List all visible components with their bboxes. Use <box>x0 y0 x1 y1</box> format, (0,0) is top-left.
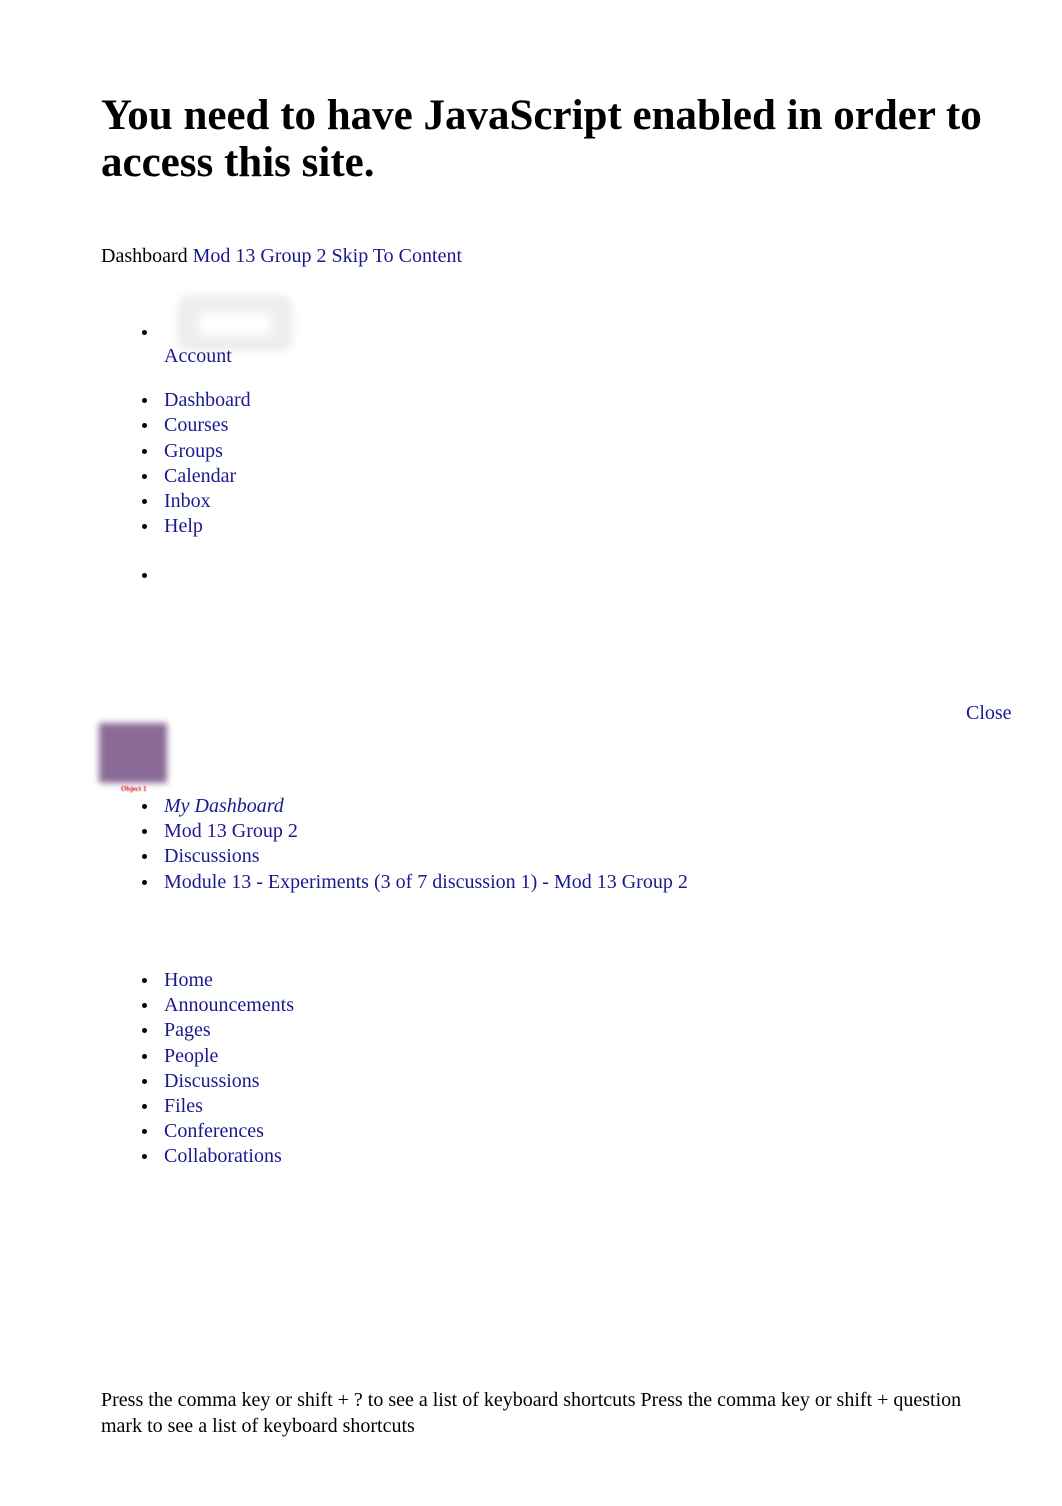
course-nav-item-pages[interactable]: Pages <box>164 1019 211 1041</box>
sidebar-item-groups[interactable]: Groups <box>164 440 223 462</box>
breadcrumb-list: My Dashboard Mod 13 Group 2 Discussions … <box>142 794 688 895</box>
list-item[interactable]: People <box>142 1044 294 1069</box>
broken-image-placeholder-icon <box>178 296 292 350</box>
bullet-icon <box>142 854 147 860</box>
bullet-icon <box>142 423 147 429</box>
course-nav-item-announcements[interactable]: Announcements <box>164 994 294 1016</box>
list-item[interactable]: Discussions <box>142 844 688 869</box>
bullet-icon <box>142 1129 147 1135</box>
sidebar-item-courses[interactable]: Courses <box>164 414 228 436</box>
sidebar-item-inbox[interactable]: Inbox <box>164 490 211 512</box>
breadcrumb: Dashboard Mod 13 Group 2 Skip To Content <box>101 243 462 269</box>
course-image <box>99 723 167 783</box>
object-image-container: Object 1 <box>99 723 169 795</box>
sidebar-item-help[interactable]: Help <box>164 515 203 537</box>
breadcrumb-item-discussions[interactable]: Discussions <box>164 845 260 867</box>
course-nav-item-people[interactable]: People <box>164 1045 218 1067</box>
list-item[interactable]: Home <box>142 968 294 993</box>
course-nav-item-files[interactable]: Files <box>164 1095 203 1117</box>
list-item[interactable]: Mod 13 Group 2 <box>142 819 688 844</box>
bullet-icon <box>142 1053 147 1059</box>
list-item[interactable]: My Dashboard <box>142 794 688 819</box>
list-item-groups[interactable]: Groups <box>142 439 251 464</box>
sidebar-item-account[interactable]: Account <box>164 344 232 369</box>
list-item-account[interactable]: Account <box>142 296 292 367</box>
list-item[interactable]: Pages <box>142 1018 294 1043</box>
list-item-help[interactable]: Help <box>142 514 251 539</box>
bullet-icon <box>142 1078 147 1084</box>
global-nav-list: Account Dashboard Courses Groups Calenda… <box>142 296 292 589</box>
list-item-courses[interactable]: Courses <box>142 413 251 438</box>
sidebar-item-dashboard[interactable]: Dashboard <box>164 389 251 411</box>
noscript-page: You need to have JavaScript enabled in o… <box>0 0 1062 1506</box>
bullet-icon <box>142 1003 147 1009</box>
dashboard-label: Dashboard <box>101 245 188 267</box>
bullet-icon <box>142 879 147 885</box>
list-item-calendar[interactable]: Calendar <box>142 464 251 489</box>
bullet-icon <box>142 448 147 454</box>
list-item[interactable]: Files <box>142 1094 294 1119</box>
course-link[interactable]: Mod 13 Group 2 <box>193 245 327 267</box>
bullet-icon <box>142 829 147 835</box>
list-item-inbox[interactable]: Inbox <box>142 489 251 514</box>
list-item-dashboard[interactable]: Dashboard <box>142 388 251 413</box>
bullet-icon <box>142 524 147 530</box>
breadcrumb-item-my-dashboard[interactable]: My Dashboard <box>164 795 284 817</box>
bullet-icon <box>142 398 147 404</box>
sidebar-item-calendar[interactable]: Calendar <box>164 465 236 487</box>
bullet-icon <box>142 804 147 809</box>
skip-to-content-link[interactable]: Skip To Content <box>332 245 462 267</box>
list-item[interactable]: Collaborations <box>142 1144 294 1169</box>
course-nav-item-home[interactable]: Home <box>164 969 213 991</box>
bullet-icon <box>142 1154 147 1160</box>
course-nav-item-collaborations[interactable]: Collaborations <box>164 1145 282 1167</box>
page-title: You need to have JavaScript enabled in o… <box>101 91 982 186</box>
list-item[interactable]: Conferences <box>142 1119 294 1144</box>
bullet-icon <box>142 978 147 983</box>
bullet-icon <box>142 1028 147 1034</box>
list-item[interactable]: Discussions <box>142 1069 294 1094</box>
close-tray-link[interactable]: Close <box>966 701 1012 726</box>
breadcrumb-item-topic[interactable]: Module 13 - Experiments (3 of 7 discussi… <box>164 871 688 893</box>
bullet-icon <box>142 573 147 579</box>
object-caption: Object 1 <box>121 785 147 793</box>
list-item-empty <box>142 563 251 588</box>
bullet-icon <box>142 499 147 505</box>
bullet-icon <box>142 1104 147 1110</box>
bullet-icon <box>142 330 147 335</box>
keyboard-shortcuts-text: Press the comma key or shift + ? to see … <box>101 1389 962 1437</box>
course-nav-item-discussions[interactable]: Discussions <box>164 1070 260 1092</box>
breadcrumb-item-course[interactable]: Mod 13 Group 2 <box>164 820 298 842</box>
list-item[interactable]: Module 13 - Experiments (3 of 7 discussi… <box>142 870 688 895</box>
course-nav-item-conferences[interactable]: Conferences <box>164 1120 264 1142</box>
bullet-icon <box>142 473 147 479</box>
list-item[interactable]: Announcements <box>142 993 294 1018</box>
course-nav-list: Home Announcements Pages People Discussi… <box>142 968 294 1170</box>
